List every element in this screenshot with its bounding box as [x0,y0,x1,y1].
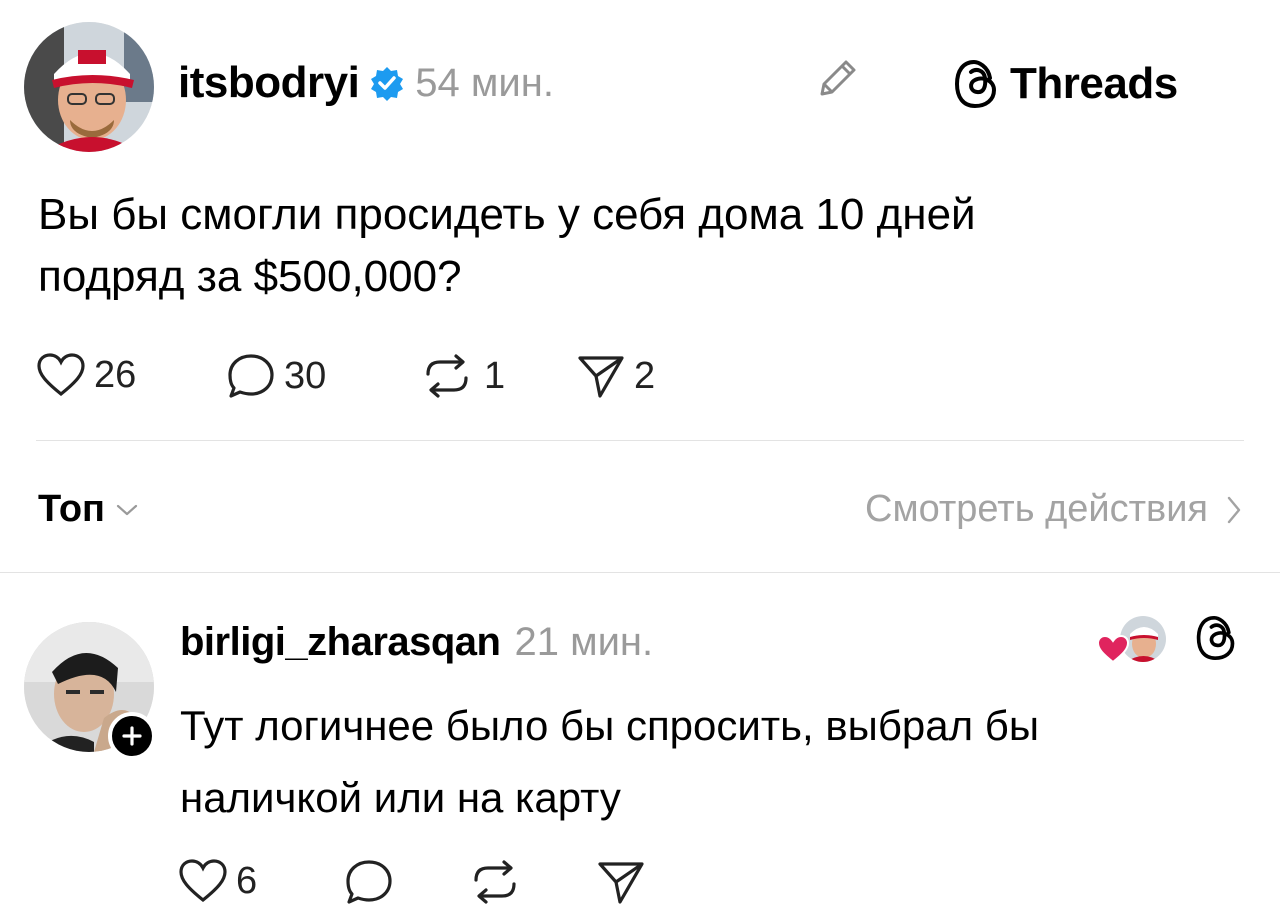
plus-icon [122,726,142,746]
share-button[interactable]: 2 [576,352,655,400]
sort-dropdown[interactable]: Топ [38,488,139,531]
heart-icon [179,859,227,903]
reply-repost-button[interactable] [466,858,524,906]
reply-text-line: Тут логичнее было бы спросить, выбрал бы [180,702,1040,749]
repost-count: 1 [484,354,506,397]
verified-badge-icon [369,65,405,101]
like-button[interactable]: 26 [36,352,136,398]
repost-icon [426,354,468,398]
liked-by-author-indicator [1096,614,1170,666]
reply-like-count: 6 [236,859,258,902]
reply-text-line: наличкой или на карту [180,774,621,821]
chevron-down-icon [116,504,138,515]
threads-logo-icon [952,58,1000,110]
view-activity-label: Смотреть действия [865,488,1208,530]
comment-count: 30 [284,354,327,397]
share-count: 2 [634,354,656,397]
reply-comment-button[interactable] [344,858,394,906]
section-divider [0,572,1280,573]
heart-filled-icon [1096,634,1130,664]
heart-icon [37,353,85,397]
post-username[interactable]: itsbodryi [178,58,360,108]
comment-button[interactable]: 30 [226,352,326,400]
sort-label: Топ [38,488,105,530]
comment-icon [228,354,274,398]
reply-like-button[interactable]: 6 [178,858,257,904]
threads-brand-label: Threads [1010,59,1178,108]
send-icon [578,356,624,398]
send-icon [598,862,644,904]
divider [36,440,1244,441]
repost-button[interactable]: 1 [418,352,505,400]
post-text-line: подряд за $500,000? [38,252,462,301]
repost-icon [474,860,516,904]
comment-icon [346,860,392,904]
post-time: 54 мин. [415,60,554,105]
chevron-right-icon [1227,496,1241,523]
reply-username[interactable]: birligi_zharasqan [180,620,501,665]
pencil-icon[interactable] [814,54,862,102]
follow-plus-button[interactable] [108,712,156,760]
post-text-line: Вы бы смогли просидеть у себя дома 10 дн… [38,190,976,239]
reply-share-button[interactable] [596,858,646,906]
view-activity-link[interactable]: Смотреть действия [865,488,1242,531]
post-author-avatar[interactable] [24,22,154,152]
threads-icon[interactable] [1194,614,1238,662]
like-count: 26 [94,353,137,396]
reply-time: 21 мин. [514,620,654,664]
